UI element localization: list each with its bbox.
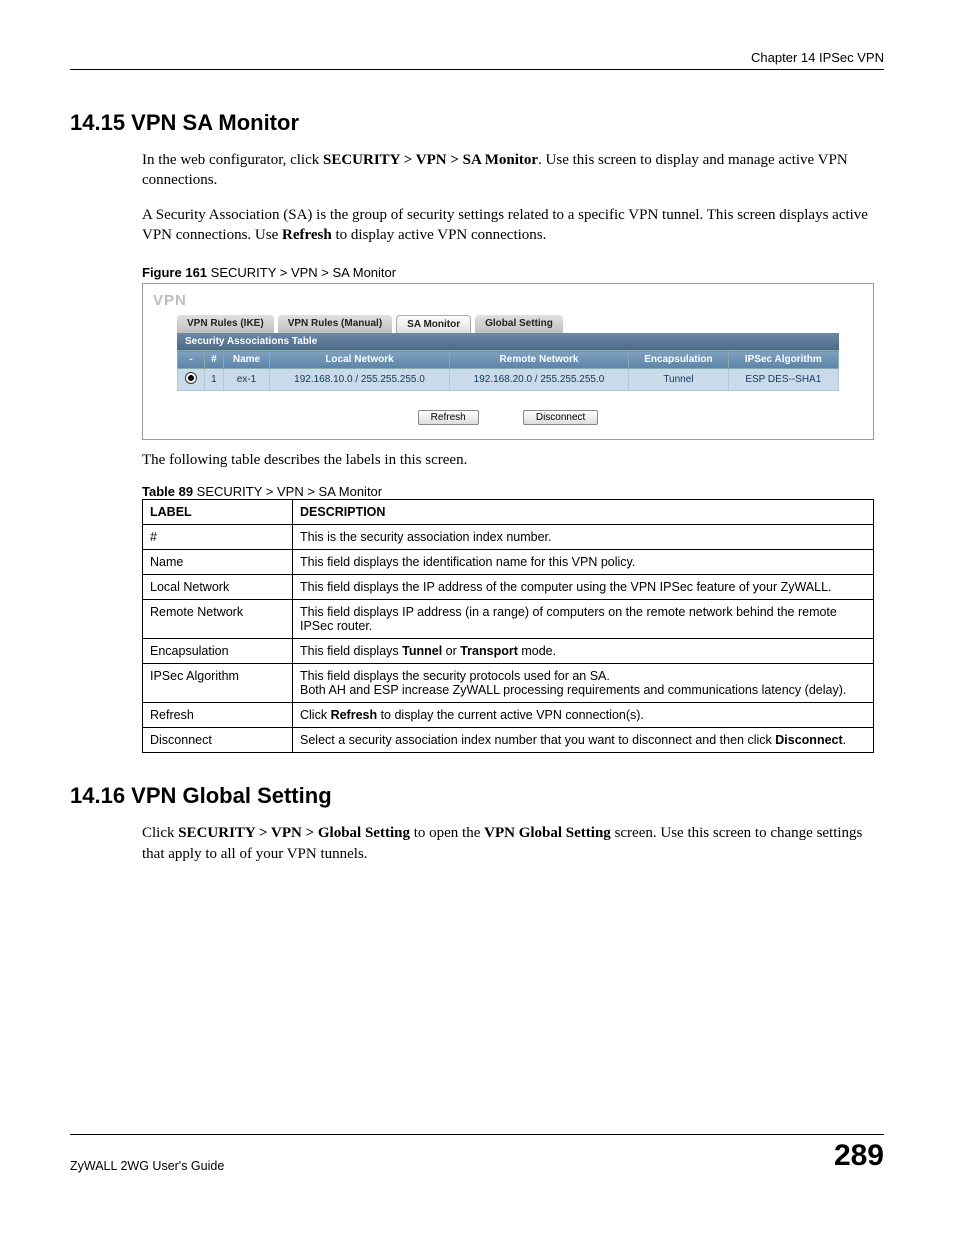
cell-desc: This field displays Tunnel or Transport … [293, 639, 874, 664]
cell-name: ex-1 [223, 369, 270, 391]
cell-remote: 192.168.20.0 / 255.255.255.0 [449, 369, 628, 391]
col-remote-network: Remote Network [449, 351, 628, 369]
section-heading-global-setting: 14.16 VPN Global Setting [70, 783, 884, 809]
cell-desc: This field displays the security protoco… [293, 664, 874, 703]
description-table: LABEL DESCRIPTION # This is the security… [142, 499, 874, 753]
tab-sa-monitor[interactable]: SA Monitor [396, 315, 471, 333]
table-row: IPSec Algorithm This field displays the … [143, 664, 874, 703]
table-header-row: - # Name Local Network Remote Network En… [178, 351, 839, 369]
figure-title: SECURITY > VPN > SA Monitor [207, 265, 396, 280]
cell-desc: This is the security association index n… [293, 525, 874, 550]
table-row: # This is the security association index… [143, 525, 874, 550]
row-radio[interactable] [178, 369, 205, 391]
cell-desc: Click Refresh to display the current act… [293, 703, 874, 728]
table-number: Table 89 [142, 484, 193, 499]
bold-text: Tunnel [402, 644, 442, 658]
bold-text: Transport [460, 644, 518, 658]
col-name: Name [223, 351, 270, 369]
cell-label: Refresh [143, 703, 293, 728]
cell-local: 192.168.10.0 / 255.255.255.0 [270, 369, 449, 391]
radio-icon [185, 372, 197, 384]
cell-label: # [143, 525, 293, 550]
text: This field displays [300, 644, 402, 658]
cell-label: Encapsulation [143, 639, 293, 664]
cell-label: Remote Network [143, 600, 293, 639]
panel: Security Associations Table - # Name Loc… [177, 333, 839, 425]
col-local-network: Local Network [270, 351, 449, 369]
text: mode. [518, 644, 556, 658]
col-ipsec-algorithm: IPSec Algorithm [728, 351, 838, 369]
tab-vpn-rules-manual[interactable]: VPN Rules (Manual) [278, 315, 392, 333]
footer-guide-name: ZyWALL 2WG User's Guide [70, 1159, 224, 1173]
cell-label: Local Network [143, 575, 293, 600]
text: Click [142, 825, 178, 841]
paragraph: The following table describes the labels… [142, 450, 874, 470]
cell-label: IPSec Algorithm [143, 664, 293, 703]
cell-encap: Tunnel [629, 369, 728, 391]
bold-text: Disconnect [775, 733, 842, 747]
page-number: 289 [834, 1139, 884, 1173]
button-row: Refresh Disconnect [177, 391, 839, 425]
cell-desc: This field displays the IP address of th… [293, 575, 874, 600]
text: Click [300, 708, 331, 722]
table-row: Local Network This field displays the IP… [143, 575, 874, 600]
table-row: Encapsulation This field displays Tunnel… [143, 639, 874, 664]
cell-desc: This field displays IP address (in a ran… [293, 600, 874, 639]
text: to open the [410, 825, 484, 841]
sa-table: - # Name Local Network Remote Network En… [177, 350, 839, 391]
table-title: SECURITY > VPN > SA Monitor [193, 484, 382, 499]
breadcrumb-text: SECURITY > VPN > Global Setting [178, 825, 410, 841]
screenshot-title: VPN [149, 290, 867, 315]
table-row: Disconnect Select a security association… [143, 728, 874, 753]
bold-text: Refresh [331, 708, 378, 722]
panel-header: Security Associations Table [177, 333, 839, 350]
bold-text: VPN Global Setting [484, 825, 611, 841]
text: . [843, 733, 846, 747]
cell-desc: This field displays the identification n… [293, 550, 874, 575]
cell-algo: ESP DES--SHA1 [728, 369, 838, 391]
section-heading-sa-monitor: 14.15 VPN SA Monitor [70, 110, 884, 136]
header-label: LABEL [143, 500, 293, 525]
refresh-button[interactable]: Refresh [418, 410, 479, 425]
figure-screenshot: VPN VPN Rules (IKE) VPN Rules (Manual) S… [142, 283, 874, 440]
figure-caption: Figure 161 SECURITY > VPN > SA Monitor [142, 265, 874, 280]
paragraph: Click SECURITY > VPN > Global Setting to… [142, 823, 874, 864]
col-index: # [205, 351, 224, 369]
cell-desc: Select a security association index numb… [293, 728, 874, 753]
table-caption: Table 89 SECURITY > VPN > SA Monitor [142, 484, 874, 499]
tab-vpn-rules-ike[interactable]: VPN Rules (IKE) [177, 315, 274, 333]
chapter-header: Chapter 14 IPSec VPN [70, 50, 884, 70]
text: Select a security association index numb… [300, 733, 775, 747]
table-row: Name This field displays the identificat… [143, 550, 874, 575]
text: to display active VPN connections. [332, 227, 547, 243]
col-select: - [178, 351, 205, 369]
col-encapsulation: Encapsulation [629, 351, 728, 369]
table-header-row: LABEL DESCRIPTION [143, 500, 874, 525]
text: In the web configurator, click [142, 152, 323, 168]
cell-label: Disconnect [143, 728, 293, 753]
page-footer: ZyWALL 2WG User's Guide 289 [70, 1134, 884, 1173]
table-row: 1 ex-1 192.168.10.0 / 255.255.255.0 192.… [178, 369, 839, 391]
bold-text: Refresh [282, 227, 332, 243]
cell-label: Name [143, 550, 293, 575]
breadcrumb-text: SECURITY > VPN > SA Monitor [323, 152, 538, 168]
disconnect-button[interactable]: Disconnect [523, 410, 598, 425]
tab-global-setting[interactable]: Global Setting [475, 315, 563, 333]
text: or [442, 644, 460, 658]
table-row: Remote Network This field displays IP ad… [143, 600, 874, 639]
paragraph: A Security Association (SA) is the group… [142, 205, 874, 246]
cell-index: 1 [205, 369, 224, 391]
table-row: Refresh Click Refresh to display the cur… [143, 703, 874, 728]
paragraph: In the web configurator, click SECURITY … [142, 150, 874, 191]
text: to display the current active VPN connec… [377, 708, 644, 722]
figure-number: Figure 161 [142, 265, 207, 280]
header-description: DESCRIPTION [293, 500, 874, 525]
tab-row: VPN Rules (IKE) VPN Rules (Manual) SA Mo… [177, 315, 867, 333]
